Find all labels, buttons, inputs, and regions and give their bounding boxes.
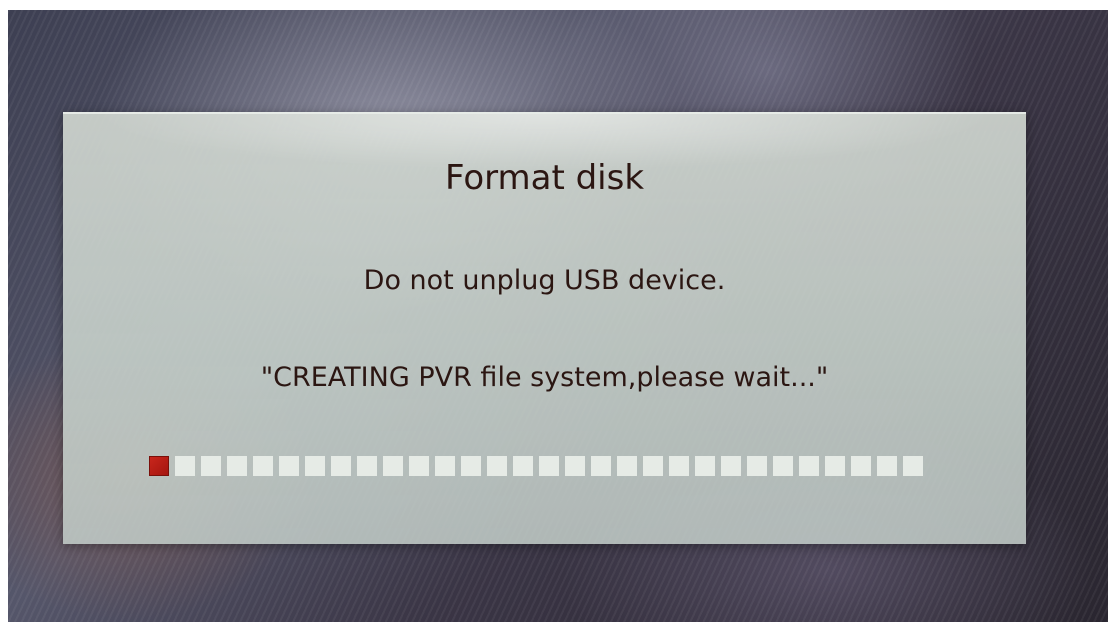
progress-segment-empty — [253, 456, 273, 476]
progress-segment-empty — [643, 456, 663, 476]
tv-screen: Format disk Do not unplug USB device. "C… — [8, 10, 1108, 622]
progress-segment-empty — [357, 456, 377, 476]
progress-segment-empty — [227, 456, 247, 476]
warning-message: Do not unplug USB device. — [363, 265, 726, 296]
progress-segment-empty — [799, 456, 819, 476]
progress-segment-empty — [487, 456, 507, 476]
progress-segment-empty — [825, 456, 845, 476]
progress-segment-empty — [435, 456, 455, 476]
progress-segment-empty — [513, 456, 533, 476]
progress-segment-empty — [695, 456, 715, 476]
progress-bar — [149, 456, 923, 476]
format-disk-dialog: Format disk Do not unplug USB device. "C… — [63, 112, 1026, 544]
progress-segment-empty — [539, 456, 559, 476]
progress-segment-filled — [149, 456, 169, 476]
progress-segment-empty — [331, 456, 351, 476]
progress-segment-empty — [175, 456, 195, 476]
progress-segment-empty — [851, 456, 871, 476]
progress-segment-empty — [201, 456, 221, 476]
dialog-title: Format disk — [444, 158, 645, 198]
progress-segment-empty — [409, 456, 429, 476]
progress-segment-empty — [669, 456, 689, 476]
progress-segment-empty — [721, 456, 741, 476]
progress-segment-empty — [903, 456, 923, 476]
progress-segment-empty — [877, 456, 897, 476]
progress-segment-empty — [773, 456, 793, 476]
progress-segment-empty — [383, 456, 403, 476]
progress-segment-empty — [591, 456, 611, 476]
progress-segment-empty — [565, 456, 585, 476]
status-message: "CREATING PVR file system,please wait...… — [260, 362, 829, 393]
progress-segment-empty — [305, 456, 325, 476]
progress-segment-empty — [617, 456, 637, 476]
progress-segment-empty — [747, 456, 767, 476]
progress-segment-empty — [461, 456, 481, 476]
progress-segment-empty — [279, 456, 299, 476]
